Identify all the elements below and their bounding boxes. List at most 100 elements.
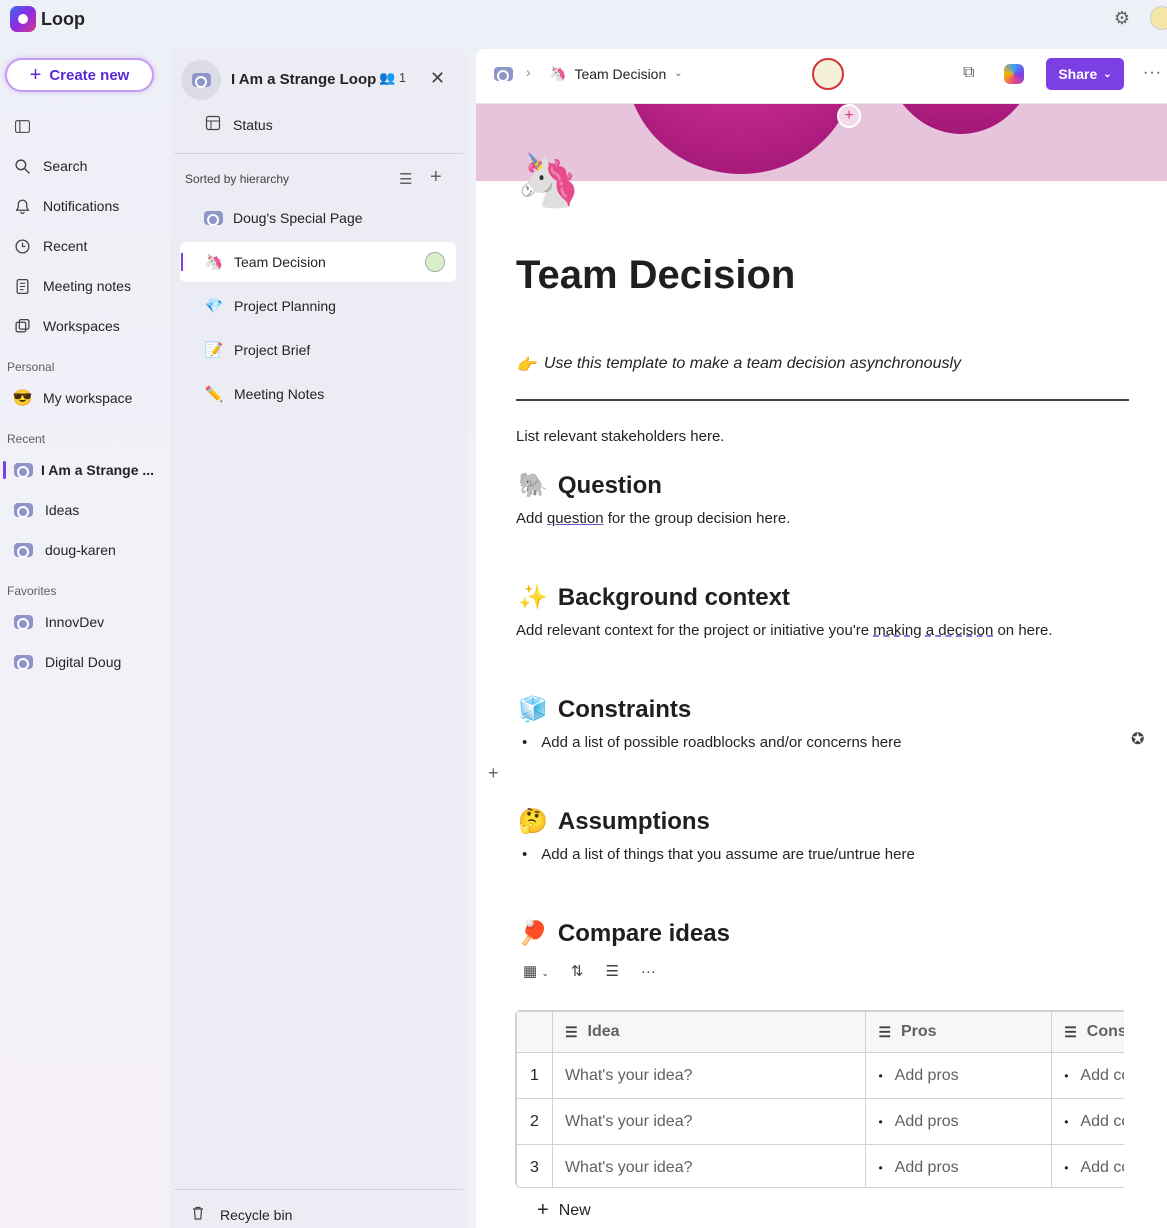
idea-cell[interactable]: What's your idea?	[551, 1052, 867, 1099]
add-block-icon[interactable]: +	[488, 763, 499, 784]
copilot-icon[interactable]	[1004, 64, 1024, 84]
question-text[interactable]: Add question for the group decision here…	[516, 510, 790, 527]
pros-cell[interactable]: • Add pros	[865, 1052, 1053, 1099]
text-column-icon: ☰	[1064, 1023, 1077, 1040]
nav-item-recent[interactable]: Recent	[14, 232, 87, 260]
nav-item-workspaces[interactable]: Workspaces	[14, 312, 120, 340]
share-button[interactable]: Share ⌄	[1046, 58, 1124, 90]
heading-question[interactable]: 🐘 Question	[518, 471, 662, 500]
nav-item-fav-digital-doug[interactable]: Digital Doug	[14, 648, 121, 676]
sort-icon[interactable]: ⇅	[571, 962, 584, 980]
row-number: 3	[516, 1144, 553, 1187]
presence-avatar[interactable]	[812, 58, 844, 90]
text-run: Add	[516, 510, 547, 527]
column-header-idea[interactable]: ☰ Idea	[551, 1011, 867, 1053]
add-reaction-icon[interactable]: +	[837, 104, 861, 128]
nav-item-recent-strange-loop[interactable]: I Am a Strange ...	[14, 456, 154, 484]
filter-icon[interactable]: ☰	[399, 170, 412, 188]
nav-item-recent-ideas[interactable]: Ideas	[14, 496, 79, 524]
nav-item-notifications[interactable]: Notifications	[14, 192, 119, 220]
page-title[interactable]: Team Decision	[516, 253, 795, 298]
grammar-suggestion[interactable]: making a decision	[873, 622, 993, 639]
create-new-label: Create new	[49, 66, 130, 84]
sidebar-toggle-icon	[14, 118, 31, 135]
add-page-icon[interactable]: +	[430, 166, 442, 189]
page-item-dougs-special-page[interactable]: Doug's Special Page	[180, 198, 456, 238]
workspace-status-item[interactable]: Status	[205, 115, 273, 134]
loop-logo-icon[interactable]	[10, 6, 36, 32]
spelling-suggestion[interactable]: question	[547, 510, 604, 527]
workspace-members-button[interactable]: 👥 1	[379, 70, 406, 86]
nav-item-label: Notifications	[43, 198, 120, 214]
page-item-project-brief[interactable]: 📝 Project Brief	[180, 330, 456, 370]
close-icon[interactable]: ✕	[430, 68, 445, 89]
page-item-team-decision[interactable]: 🦄 Team Decision	[180, 242, 456, 282]
page-icon	[204, 211, 223, 226]
heading-background-context[interactable]: ✨ Background context	[518, 583, 790, 612]
unicorn-icon: 🦄	[204, 254, 224, 271]
table-view-icon[interactable]: ▦ ⌄	[523, 962, 549, 980]
member-count: 1	[398, 70, 407, 85]
table-row: 2 What's your idea? • Add pros • Add cons	[516, 1098, 1124, 1145]
nav-item-label: Search	[43, 158, 88, 174]
nav-item-search[interactable]: Search	[14, 152, 87, 180]
page-icon[interactable]: 🦄	[516, 155, 581, 207]
idea-cell[interactable]: What's your idea?	[551, 1098, 867, 1145]
nav-item-fav-innovdev[interactable]: InnovDev	[14, 608, 104, 636]
more-options-icon[interactable]: ···	[641, 963, 656, 980]
idea-cell[interactable]: What's your idea?	[551, 1144, 867, 1187]
cell-text: Add pros	[894, 1112, 959, 1130]
loop-workspace-icon[interactable]	[494, 67, 513, 84]
pros-cell[interactable]: • Add pros	[865, 1144, 1053, 1187]
cons-cell[interactable]: • Add cons	[1051, 1098, 1124, 1145]
collapse-sidebar-button[interactable]	[14, 112, 31, 140]
stakeholders-text[interactable]: List relevant stakeholders here.	[516, 428, 724, 445]
heading-compare-ideas[interactable]: 🏓 Compare ideas	[518, 919, 730, 948]
add-row-button[interactable]: + New	[537, 1199, 591, 1222]
more-options-icon[interactable]: ···	[1143, 64, 1162, 82]
page-item-label: Project Brief	[234, 342, 311, 358]
list-item[interactable]: • Add a list of possible roadblocks and/o…	[522, 734, 901, 751]
background-text[interactable]: Add relevant context for the project or …	[516, 622, 1053, 639]
recycle-bin-label: Recycle bin	[220, 1206, 293, 1223]
status-label: Status	[233, 116, 273, 133]
status-board-icon	[205, 115, 221, 134]
loop-workspace-icon	[14, 543, 33, 558]
workspaces-icon	[14, 318, 31, 335]
breadcrumb[interactable]: 🦄 Team Decision ⌄	[549, 65, 683, 82]
copy-component-icon[interactable]: ⧉	[963, 64, 974, 82]
column-header-pros[interactable]: ☰ Pros	[865, 1011, 1053, 1053]
active-indicator	[181, 253, 183, 271]
cons-cell[interactable]: • Add cons	[1051, 1144, 1124, 1187]
loop-workspace-icon	[14, 655, 33, 670]
new-row-label: New	[558, 1201, 591, 1219]
heading-constraints[interactable]: 🧊 Constraints	[518, 695, 691, 724]
workspace-title[interactable]: I Am a Strange Loop	[231, 71, 376, 88]
row-number: 2	[516, 1098, 553, 1145]
heading-assumptions[interactable]: 🤔 Assumptions	[518, 807, 710, 836]
copilot-icon[interactable]: ✪	[1131, 729, 1144, 749]
pros-cell[interactable]: • Add pros	[865, 1098, 1053, 1145]
nav-item-my-workspace[interactable]: 😎 My workspace	[13, 384, 133, 412]
filter-icon[interactable]: ☰	[605, 962, 618, 980]
create-new-button[interactable]: + Create new	[5, 58, 154, 92]
heading-text: Background context	[557, 583, 790, 611]
avatar[interactable]	[1150, 6, 1167, 30]
cons-cell[interactable]: • Add cons	[1051, 1052, 1124, 1099]
gear-icon[interactable]: ⚙	[1112, 8, 1132, 28]
nav-item-meeting-notes[interactable]: Meeting notes	[14, 272, 131, 300]
ping-pong-icon: 🏓	[518, 920, 548, 947]
bullet-dot: •	[522, 846, 528, 863]
nav-item-recent-doug-karen[interactable]: doug-karen	[14, 536, 116, 564]
column-header-cons[interactable]: ☰ Cons	[1051, 1011, 1124, 1053]
recycle-bin-button[interactable]: Recycle bin	[190, 1205, 292, 1224]
page-item-label: Project Planning	[234, 298, 336, 314]
text-run: on here.	[993, 622, 1053, 639]
template-hint[interactable]: 👉 Use this template to make a team decis…	[516, 355, 961, 375]
page-item-project-planning[interactable]: 💎 Project Planning	[180, 286, 456, 326]
sort-label[interactable]: Sorted by hierarchy	[185, 172, 289, 186]
chevron-down-icon: ⌄	[1103, 68, 1112, 80]
page-item-meeting-notes[interactable]: ✏️ Meeting Notes	[180, 374, 456, 414]
cell-text: Add cons	[1080, 1158, 1124, 1176]
list-item[interactable]: • Add a list of things that you assume ar…	[522, 846, 915, 863]
